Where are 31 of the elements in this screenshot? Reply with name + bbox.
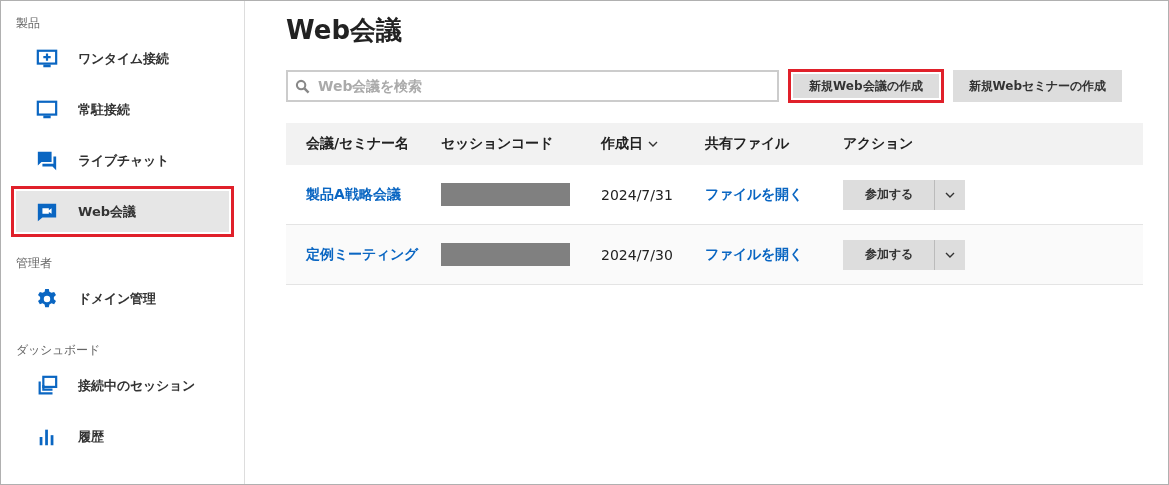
sidebar-item[interactable]: 常駐接続 bbox=[11, 84, 234, 135]
gear-icon bbox=[36, 287, 58, 310]
file-link[interactable]: ファイルを開く bbox=[705, 185, 803, 204]
column-header: 会議/セミナー名 bbox=[306, 135, 410, 153]
sidebar-item[interactable]: Web会議 bbox=[11, 186, 234, 237]
create-button[interactable]: 新規Web会議の作成 bbox=[788, 69, 944, 103]
create-button[interactable]: 新規Webセミナーの作成 bbox=[952, 70, 1123, 102]
search-field[interactable]: Web会議を検索 bbox=[286, 70, 779, 102]
sidebar-item[interactable]: ドメイン管理 bbox=[11, 273, 234, 324]
column-header: セッションコード bbox=[441, 135, 553, 153]
meeting-name-link[interactable]: 製品A戦略会議 bbox=[306, 185, 401, 204]
monitor-icon bbox=[36, 98, 58, 121]
sidebar-item[interactable]: 接続中のセッション bbox=[11, 360, 234, 411]
chat-icon bbox=[36, 149, 58, 172]
section-label: 管理者 bbox=[15, 255, 53, 272]
date-text: 2024/7/30 bbox=[601, 246, 673, 263]
sidebar-item[interactable]: ワンタイム接続 bbox=[11, 33, 234, 84]
date-text: 2024/7/31 bbox=[601, 186, 673, 203]
sidebar-item[interactable]: 履歴 bbox=[11, 411, 234, 462]
caret-icon bbox=[945, 191, 955, 198]
sort-caret-icon bbox=[648, 141, 658, 147]
section-label: 製品 bbox=[15, 15, 41, 32]
sidebar-item[interactable]: ライブチャット bbox=[11, 135, 234, 186]
monitor-plus-icon bbox=[36, 47, 58, 70]
column-header: アクション bbox=[843, 135, 913, 153]
column-header: 共有ファイル bbox=[705, 135, 789, 153]
windows-icon bbox=[36, 374, 58, 397]
page-title: Web会議 bbox=[286, 13, 403, 47]
section-label: ダッシュボード bbox=[15, 342, 101, 359]
search-icon bbox=[295, 79, 310, 94]
caret-icon bbox=[945, 251, 955, 258]
